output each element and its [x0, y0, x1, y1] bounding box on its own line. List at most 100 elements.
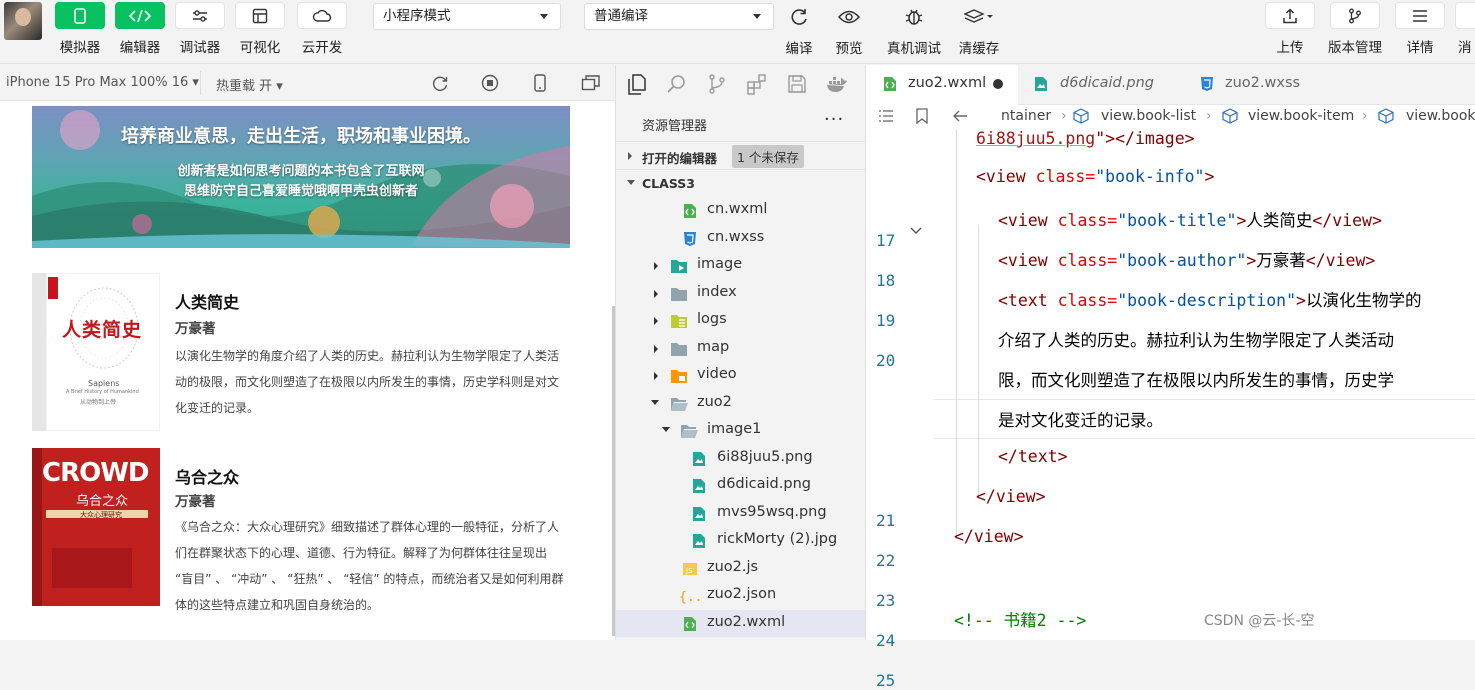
tree-item-zuo2-wxml[interactable]: zuo2.wxml: [616, 609, 865, 637]
line-number: 24: [876, 631, 896, 650]
code-wrapped-line: 是对文化变迁的记录。: [998, 411, 1163, 430]
messages-button[interactable]: 消: [1455, 2, 1475, 60]
visual-button[interactable]: 可视化: [235, 2, 285, 60]
chevron-down-icon: [662, 427, 670, 432]
tab-label: zuo2.wxss: [1225, 75, 1301, 91]
code-area[interactable]: 6i88juu5.png"></image> <view class="book…: [934, 129, 1475, 640]
cloud-icon: [312, 9, 332, 22]
editor-button[interactable]: 编辑器: [115, 2, 165, 60]
preview-button[interactable]: 预览: [826, 2, 872, 57]
tree-item-logs[interactable]: logs: [616, 307, 865, 335]
watermark: CSDN @云-长-空: [1204, 613, 1315, 629]
clear-cache-label: 清缓存: [958, 41, 1000, 57]
unsaved-dot-icon[interactable]: [993, 79, 1003, 89]
folder-icon: [670, 286, 687, 302]
tree-item-label: cn.wxml: [707, 201, 768, 217]
hot-reload-select[interactable]: 热重载 开 ▾: [216, 75, 283, 94]
tree-item-cn-wxml[interactable]: cn.wxml: [616, 197, 865, 225]
compile-button[interactable]: 编译: [776, 2, 822, 57]
mode-select[interactable]: 小程序模式: [373, 3, 561, 30]
upload-button[interactable]: 上传: [1265, 2, 1315, 60]
list-icon[interactable]: [878, 109, 894, 127]
tree-item-png[interactable]: mvs95wsq.png: [616, 500, 865, 528]
simulator-label: 模拟器: [59, 40, 101, 56]
tree-item-cn-wxss[interactable]: cn.wxss: [616, 225, 865, 253]
breadcrumb-item[interactable]: view.book: [1406, 108, 1475, 124]
tab-zuo2-wxml[interactable]: zuo2.wxml: [866, 65, 1018, 105]
cover-title: CROWD: [42, 458, 149, 488]
stop-icon[interactable]: [481, 74, 499, 96]
svg-text:JS: JS: [685, 567, 693, 575]
simulator-button[interactable]: 模拟器: [55, 2, 105, 60]
more-icon[interactable]: ···: [824, 109, 844, 130]
logs-folder-icon: [670, 313, 687, 329]
book-item[interactable]: 人类简史 Sapiens A Brief History of Humankin…: [32, 273, 570, 433]
tree-item-video[interactable]: video: [616, 362, 865, 390]
avatar[interactable]: [4, 2, 42, 40]
cover-title: 人类简史: [62, 319, 143, 341]
debugger-label: 调试器: [179, 40, 221, 56]
tab-d6dicaid-png[interactable]: d6dicaid.png: [1018, 65, 1183, 105]
code-line: <view class="book-author">万豪著</view>: [998, 251, 1376, 270]
cover-subtitle: 大众心理研究: [80, 511, 122, 519]
search-icon[interactable]: [666, 73, 688, 99]
wxml-file-icon: [682, 203, 698, 219]
compile-select[interactable]: 普通编译: [584, 3, 774, 30]
open-editors-section[interactable]: 打开的编辑器 1 个未保存: [616, 141, 865, 169]
files-icon[interactable]: [626, 73, 648, 99]
line-number: 17: [876, 231, 896, 250]
docker-icon[interactable]: [824, 73, 848, 99]
source-control-icon[interactable]: [706, 73, 728, 99]
phone-icon[interactable]: [533, 74, 547, 96]
editor-label: 编辑器: [119, 40, 161, 56]
clear-cache-button[interactable]: 清缓存: [954, 2, 1004, 57]
compile-label: 编译: [785, 41, 813, 57]
breadcrumb-item[interactable]: view.book-item: [1248, 108, 1354, 124]
code-editor: zuo2.wxml d6dicaid.png zuo2.wxss ntainer…: [865, 65, 1475, 690]
details-button[interactable]: 详情: [1395, 2, 1445, 60]
unsaved-badge: 1 个未保存: [732, 145, 804, 168]
tree-item-jpg[interactable]: rickMorty (2).jpg: [616, 527, 865, 555]
chevron-down-icon: [651, 399, 659, 405]
book-item[interactable]: CROWD 乌合之众 大众心理研究 乌合之众 万豪著 《乌合之众：大众心理研究》…: [32, 448, 570, 612]
tree-item-map[interactable]: map: [616, 335, 865, 363]
debugger-button[interactable]: 调试器: [175, 2, 225, 60]
menu-icon: [1413, 9, 1427, 22]
tree-item-image1[interactable]: image1: [616, 417, 865, 445]
preview-label: 预览: [835, 41, 863, 57]
real-debug-button[interactable]: 真机调试: [884, 2, 944, 57]
line-number: 20: [876, 351, 896, 370]
divider: [200, 71, 201, 95]
breadcrumb-item[interactable]: ntainer: [1001, 108, 1051, 124]
cover-subtitle: Sapiens: [88, 379, 120, 388]
tree-item-zuo2-js[interactable]: JS zuo2.js: [616, 555, 865, 583]
tree-item-label: cn.wxss: [707, 228, 765, 245]
tree-item-index[interactable]: index: [616, 280, 865, 308]
chevron-down-icon: [540, 14, 548, 19]
tree-item-zuo2-json[interactable]: {..} zuo2.json: [616, 582, 865, 610]
save-icon[interactable]: [786, 73, 808, 99]
breadcrumb-item[interactable]: view.book-list: [1101, 108, 1196, 124]
sliders-icon: [193, 9, 207, 22]
cover-subtitle: A Brief History of Humankind: [66, 389, 139, 395]
bookmark-icon[interactable]: [916, 108, 928, 128]
tab-zuo2-wxss[interactable]: zuo2.wxss: [1183, 65, 1333, 105]
tree-item-png[interactable]: 6i88juu5.png: [616, 445, 865, 473]
back-arrow-icon[interactable]: [952, 108, 968, 128]
fold-chevron-icon[interactable]: [910, 227, 922, 235]
book-description: 以演化生物学的角度介绍了人类的历史。赫拉利认为生物学限定了人类活动的极限，而文化…: [175, 349, 560, 415]
line-number-gutter: 17 18 19 20 21 22 23 24 25: [866, 129, 930, 690]
tree-item-image[interactable]: image: [616, 252, 865, 280]
project-section[interactable]: CLASS3: [616, 169, 865, 197]
line-number: 18: [876, 271, 896, 290]
window-icon[interactable]: [581, 74, 601, 96]
rotate-icon[interactable]: [431, 74, 449, 96]
tree-item-zuo2[interactable]: zuo2: [616, 390, 865, 418]
cloud-button[interactable]: 云开发: [297, 2, 347, 60]
device-select[interactable]: iPhone 15 Pro Max 100% 16 ▾: [6, 75, 199, 90]
real-debug-label: 真机调试: [887, 41, 941, 57]
tree-item-png[interactable]: d6dicaid.png: [616, 472, 865, 500]
extensions-icon[interactable]: [746, 73, 768, 99]
version-button[interactable]: 版本管理: [1328, 2, 1382, 60]
activity-bar: [615, 65, 865, 105]
